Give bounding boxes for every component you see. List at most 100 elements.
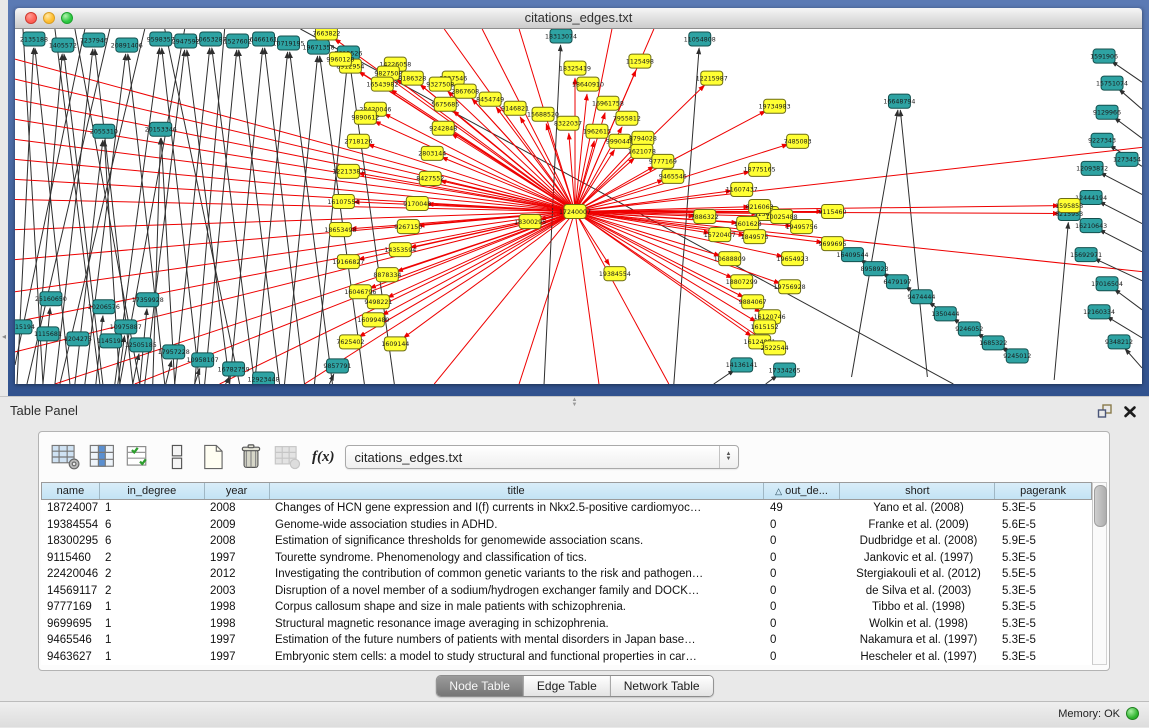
graph-node[interactable]: 1115681 [34,327,62,341]
graph-node[interactable]: 19384554 [599,267,631,281]
graph-node[interactable]: 8216063 [746,199,774,213]
graph-node[interactable]: 12923448 [248,372,280,384]
graph-node[interactable]: 1609144 [381,337,409,351]
graph-node[interactable]: 8322037 [554,116,582,130]
graph-node[interactable]: 18807299 [726,275,758,289]
graph-node[interactable]: 14136141 [726,358,758,372]
graph-node[interactable]: 7625402 [336,335,364,349]
merge-cells-icon[interactable] [162,443,192,471]
tab-node-table[interactable]: Node Table [436,676,524,696]
new-table-icon[interactable] [199,443,229,471]
graph-node[interactable]: 15692971 [1070,248,1102,262]
graph-node[interactable]: 9960128 [326,52,354,66]
graph-node[interactable]: 2718126 [344,134,372,148]
graph-node[interactable]: 7663822 [312,29,340,40]
graph-node[interactable]: 1204275 [64,332,92,346]
graph-node[interactable]: 1273454 [1113,152,1141,166]
graph-node[interactable]: 1125498 [626,54,654,68]
graph-node[interactable]: 16648794 [883,94,915,108]
table-row[interactable]: 946362711997Embryonic stem cells: a mode… [41,649,1092,666]
float-panel-icon[interactable] [1097,404,1113,419]
graph-node[interactable]: 7886322 [691,210,719,224]
graph-node[interactable]: 16210643 [1075,219,1107,233]
graph-node[interactable]: 19654923 [777,252,809,266]
graph-node[interactable]: 19166827 [332,255,364,269]
graph-node[interactable]: 16107554 [327,194,359,208]
graph-node[interactable]: 1595858 [1055,198,1083,212]
graph-node[interactable]: 17016504 [1091,277,1123,291]
column-header-short[interactable]: short [840,483,995,499]
graph-node[interactable]: 17240007 [559,204,591,218]
network-window-titlebar[interactable]: citations_edges.txt [15,8,1142,29]
table-row[interactable]: 969969511998Structural magnetic resonanc… [41,616,1092,633]
table-selector-dropdown[interactable]: citations_edges.txt ▲▼ [345,445,739,469]
graph-node[interactable]: 3915194 [15,320,35,334]
graph-node[interactable]: 9857791 [323,359,351,373]
graph-node[interactable]: 9884067 [739,295,767,309]
graph-node[interactable]: 16961758 [592,96,624,110]
table-scrollbar[interactable] [1092,482,1107,665]
graph-node[interactable]: 1849575 [741,230,769,244]
close-panel-icon[interactable] [1123,404,1137,419]
graph-node[interactable]: 7955812 [613,111,641,125]
table-settings-icon[interactable] [51,443,81,471]
graph-node[interactable]: 9129966 [1093,105,1121,119]
graph-node[interactable]: 6479197 [883,275,911,289]
graph-node[interactable]: 9598357 [147,32,175,46]
scrollbar-thumb[interactable] [1094,485,1107,527]
graph-node[interactable]: 9474444 [907,290,935,304]
graph-node[interactable]: 2055310 [90,124,118,138]
graph-node[interactable]: 18325419 [559,61,591,75]
graph-node[interactable]: 14353594 [384,243,416,257]
graph-node[interactable]: 17359928 [132,293,164,307]
graph-node[interactable]: 9245012 [1003,349,1031,363]
column-header-pagerank[interactable]: pagerank [995,483,1091,499]
graph-node[interactable]: 2867608 [451,84,479,98]
graph-node[interactable]: 15720407 [704,228,736,242]
graph-node[interactable]: 19495756 [786,220,818,234]
column-header-name[interactable]: name [42,483,100,499]
graph-node[interactable]: 1405572 [49,38,77,52]
graph-node[interactable]: 9348212 [1105,335,1133,349]
graph-node[interactable]: 1685322 [979,336,1007,350]
graph-node[interactable]: 7485083 [784,134,812,148]
graph-node[interactable]: 10653287 [195,32,227,46]
graph-node[interactable]: 12215987 [696,71,728,85]
graph-node[interactable]: 15688520 [527,107,559,121]
graph-node[interactable]: 2803144 [418,146,446,160]
graph-node[interactable]: 18775165 [744,162,776,176]
graph-node[interactable]: 9465546 [659,169,687,183]
graph-node[interactable]: 9246052 [955,322,983,336]
table-row[interactable]: 977716911998Corpus callosum shape and si… [41,599,1092,616]
graph-node[interactable]: 20206576 [88,300,120,314]
graph-node[interactable]: 10975887 [110,320,142,334]
network-canvas[interactable]: 2135188140557272379462089140695983572947… [15,29,1142,384]
graph-node[interactable]: 16543982 [366,77,398,91]
graph-node[interactable]: 1591906 [1090,49,1118,63]
graph-node[interactable]: 9115460 [819,204,847,218]
graph-node[interactable]: 12505185 [125,338,157,352]
table-row[interactable]: 946554611997Estimation of the future num… [41,632,1092,649]
graph-node[interactable]: 1962615 [583,124,611,138]
graph-node[interactable]: 12160334 [1083,305,1115,319]
tab-edge-table[interactable]: Edge Table [524,676,611,696]
graph-node[interactable]: 18300295 [514,215,546,229]
graph-node[interactable]: 19671358 [302,40,334,54]
graph-node[interactable]: 8794028 [629,131,657,145]
function-builder-icon[interactable]: f(x) [312,449,335,466]
column-header-title[interactable]: title [270,483,764,499]
graph-node[interactable]: 8958923 [860,262,888,276]
graph-node[interactable]: 9890612 [351,110,379,124]
table-row[interactable]: 1872400712008Changes of HCN gene express… [41,500,1092,517]
graph-node[interactable]: 2522544 [761,341,789,355]
select-rows-icon[interactable] [125,443,155,471]
column-header-out_de[interactable]: △out_de... [764,483,841,499]
graph-node[interactable]: 18653498 [324,223,356,237]
graph-node[interactable]: 8186328 [398,71,426,85]
graph-node[interactable]: 10688809 [714,252,746,266]
panel-collapse-handle[interactable]: ◂ [0,330,8,344]
graph-node[interactable]: 19734983 [759,99,791,113]
graph-node[interactable]: 17957228 [158,345,190,359]
table-row[interactable]: 1830029562008Estimation of significance … [41,533,1092,550]
tab-network-table[interactable]: Network Table [611,676,713,696]
